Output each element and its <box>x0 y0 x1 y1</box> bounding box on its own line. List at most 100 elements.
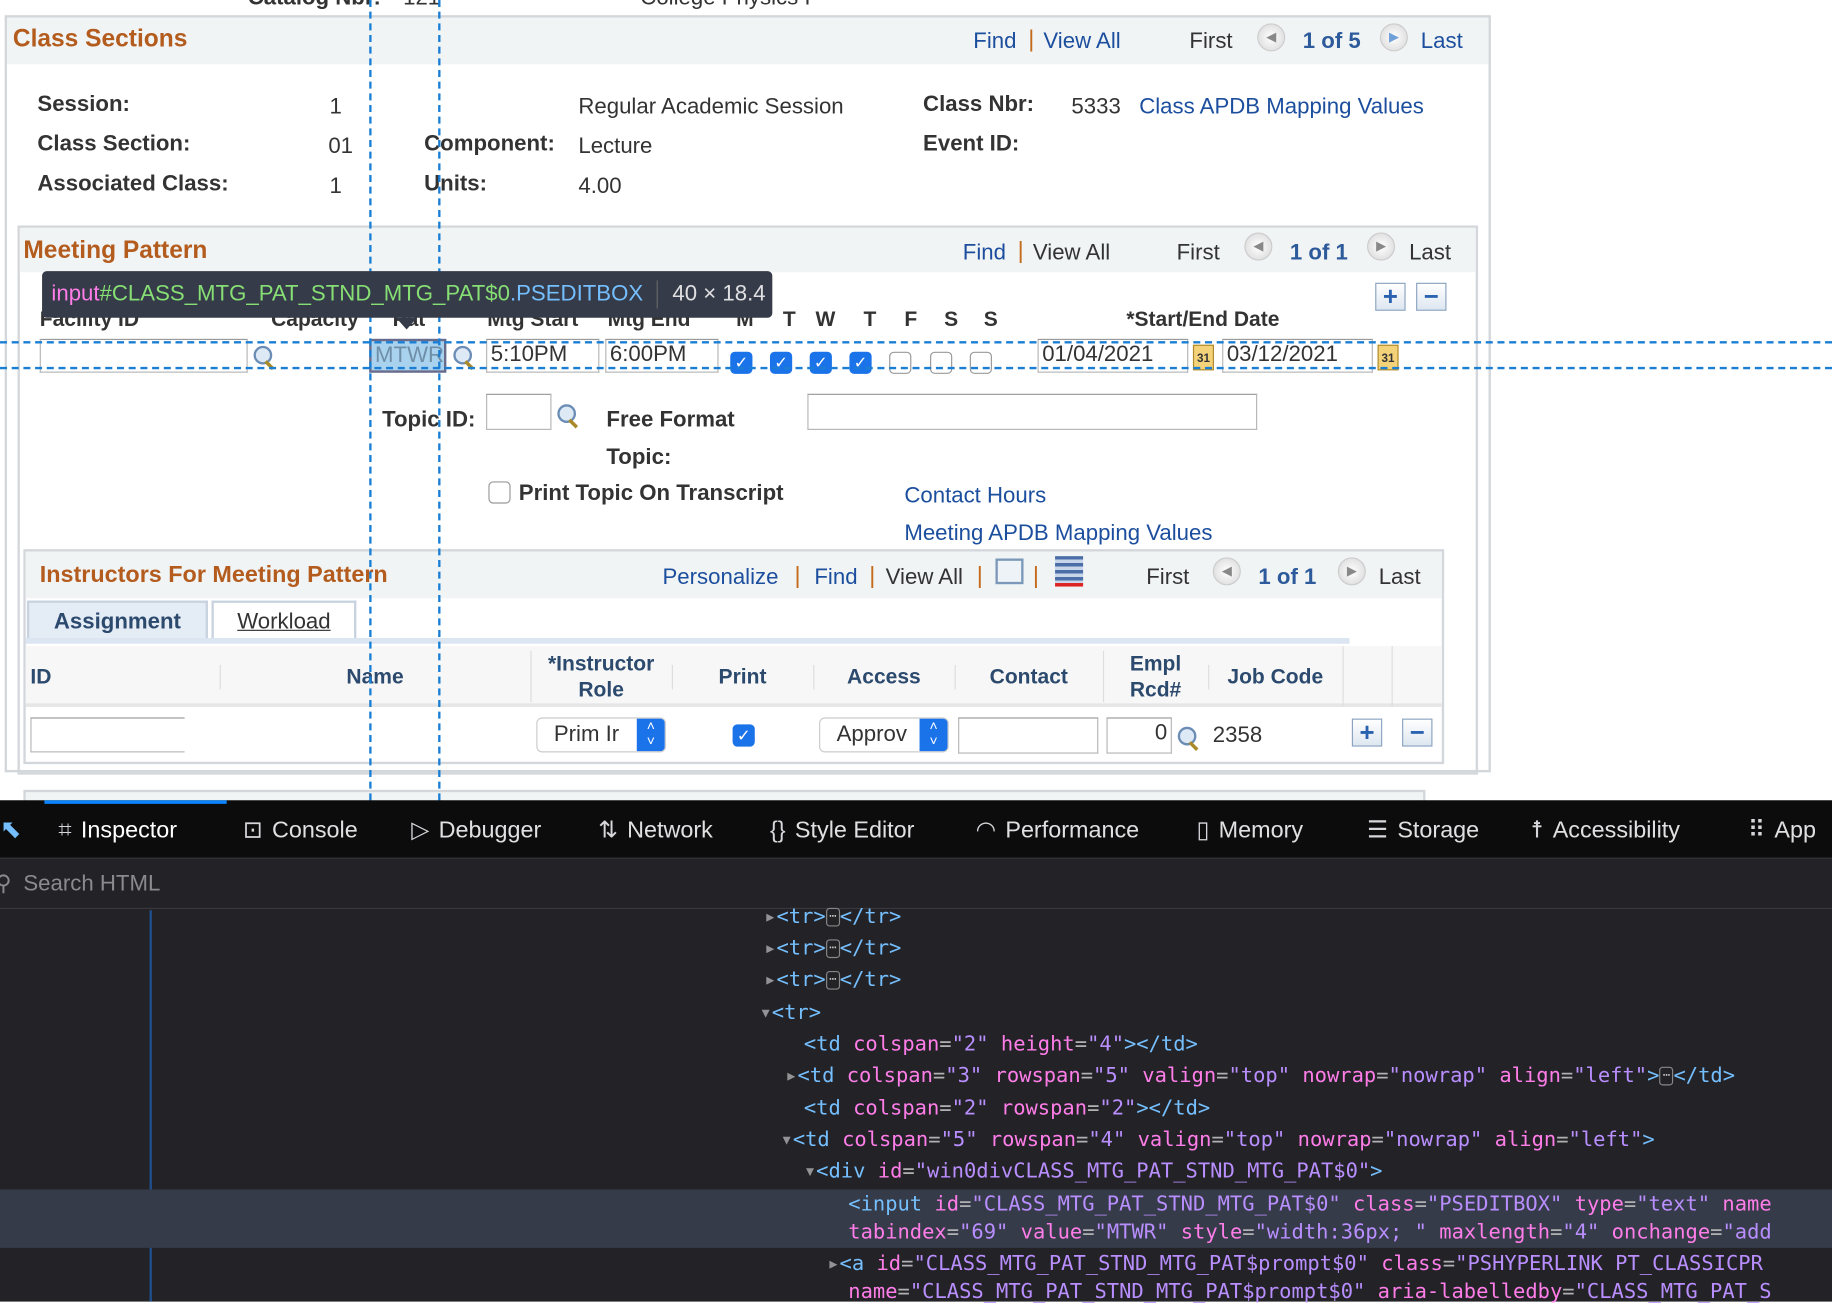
tab-console[interactable]: ⊡ Console <box>243 800 358 858</box>
dom-node[interactable]: ▸<td colspan="3" rowspan="5" valign="top… <box>785 1064 1735 1087</box>
topic-lookup-icon[interactable] <box>556 403 579 429</box>
print-column-header: Print <box>671 664 812 690</box>
empl-rcd-input[interactable]: 0 <box>1106 717 1172 754</box>
memory-icon: ▯ <box>1196 817 1210 844</box>
component-label: Component: <box>424 132 555 157</box>
tab-storage[interactable]: ☰ Storage <box>1367 800 1479 858</box>
access-select[interactable]: Approv ˄ ˅ <box>819 717 949 753</box>
style-editor-icon: {} <box>769 817 786 844</box>
session-value: 1 <box>329 94 342 120</box>
tuesday-checkbox[interactable]: ✓ <box>769 351 793 374</box>
day-header-wed: W <box>815 307 836 331</box>
free-format-topic-input[interactable] <box>807 393 1258 430</box>
instructors-title: Instructors For Meeting Pattern <box>39 562 388 588</box>
tab-assignment[interactable]: Assignment <box>26 600 208 642</box>
saturday-checkbox[interactable] <box>930 351 953 374</box>
row-count: 1 of 1 <box>1289 240 1348 266</box>
add-instructor-button[interactable]: + <box>1351 718 1383 747</box>
tab-workload[interactable]: Workload <box>211 600 357 642</box>
wednesday-checkbox[interactable]: ✓ <box>809 351 832 374</box>
dom-node[interactable]: <td colspan="2" rowspan="2"></td> <box>804 1097 1210 1120</box>
tab-underline <box>25 637 1350 644</box>
instructor-role-select[interactable]: Prim Ir ˄ ˅ <box>536 717 666 753</box>
dom-node[interactable]: ▸<a id="CLASS_MTG_PAT_STND_MTG_PAT$promp… <box>827 1253 1763 1276</box>
dom-node[interactable]: <td colspan="2" height="4"></td> <box>804 1033 1198 1056</box>
previous-icon[interactable]: ◀ <box>1257 23 1286 52</box>
last-link[interactable]: Last <box>1409 241 1451 267</box>
add-row-button[interactable]: + <box>1375 282 1406 311</box>
dom-node[interactable]: ▸<tr> ⋯ </tr> <box>764 937 901 960</box>
search-html-input[interactable]: ⚲Search HTML <box>0 860 1832 910</box>
print-checkbox[interactable]: ✓ <box>732 724 755 747</box>
zoom-grid-icon[interactable] <box>995 558 1024 585</box>
dom-node[interactable]: ▸<tr> ⋯ </tr> <box>764 906 901 929</box>
tab-network[interactable]: ⇅ Network <box>598 800 713 858</box>
first-label: First <box>1176 240 1220 266</box>
last-link[interactable]: Last <box>1421 29 1463 55</box>
dom-node[interactable]: ▾<td colspan="5" rowspan="4" valign="top… <box>780 1129 1654 1152</box>
tab-application[interactable]: ⠿ App <box>1748 800 1816 858</box>
dom-node-selected[interactable]: tabindex="69" value="MTWR" style="width:… <box>848 1221 1771 1244</box>
dom-node[interactable]: ▸<tr> ⋯ </tr> <box>764 969 901 992</box>
view-all-link[interactable]: View All <box>1043 29 1120 55</box>
print-topic-checkbox[interactable] <box>488 481 511 504</box>
previous-icon[interactable]: ◀ <box>1212 557 1241 586</box>
dom-node[interactable]: ▾<tr> <box>759 1001 821 1024</box>
delete-instructor-button[interactable]: − <box>1402 718 1433 747</box>
instructor-id-input[interactable] <box>30 717 185 753</box>
performance-icon: ◠ <box>975 817 997 844</box>
next-icon[interactable]: ▶ <box>1367 232 1396 261</box>
tooltip-size: 40 × 18.4 <box>672 281 766 307</box>
tab-inspector[interactable]: ⌗ Inspector <box>58 800 177 858</box>
view-all-link[interactable]: View All <box>1033 241 1110 267</box>
row-count: 1 of 1 <box>1258 565 1317 591</box>
class-apdb-link[interactable]: Class APDB Mapping Values <box>1139 95 1424 121</box>
accessibility-icon: ☨ <box>1530 817 1544 844</box>
sunday-checkbox[interactable] <box>969 351 992 374</box>
last-link[interactable]: Last <box>1379 566 1421 592</box>
tab-performance[interactable]: ◠ Performance <box>976 800 1140 858</box>
find-link[interactable]: Find <box>973 29 1016 55</box>
search-icon: ⚲ <box>0 860 12 909</box>
tab-style-editor[interactable]: {} Style Editor <box>770 800 914 858</box>
delete-row-button[interactable]: − <box>1416 282 1447 311</box>
associated-class-label: Associated Class: <box>37 171 229 197</box>
storage-icon: ☰ <box>1367 817 1388 844</box>
topic-id-input[interactable] <box>486 393 552 430</box>
inspector-icon: ⌗ <box>58 817 72 844</box>
tab-memory[interactable]: ▯ Memory <box>1196 800 1303 858</box>
session-label: Session: <box>37 92 130 117</box>
access-column-header: Access <box>813 664 953 690</box>
empl-lookup-icon[interactable] <box>1177 726 1200 752</box>
find-link[interactable]: Find <box>963 241 1006 267</box>
find-link[interactable]: Find <box>814 566 857 592</box>
session-description: Regular Academic Session <box>578 94 844 120</box>
dom-node-selected[interactable]: <input id="CLASS_MTG_PAT_STND_MTG_PAT$0"… <box>848 1193 1771 1216</box>
access-value: Approv <box>836 722 907 747</box>
start-end-date-header: *Start/End Date <box>1126 307 1280 331</box>
contact-input[interactable] <box>958 717 1099 754</box>
tab-debugger[interactable]: ▷ Debugger <box>411 800 541 858</box>
monday-checkbox[interactable]: ✓ <box>730 351 753 374</box>
friday-checkbox[interactable] <box>889 351 912 374</box>
tab-accessibility[interactable]: ☨ Accessibility <box>1531 800 1680 858</box>
element-tooltip: input#CLASS_MTG_PAT_STND_MTG_PAT$0.PSEDI… <box>42 271 773 318</box>
units-label: Units: <box>424 171 488 197</box>
next-icon[interactable]: ▶ <box>1379 23 1408 52</box>
contact-hours-link[interactable]: Contact Hours <box>904 484 1046 510</box>
thursday-checkbox[interactable]: ✓ <box>849 351 872 374</box>
element-picker-icon[interactable]: ⬉ <box>0 814 22 844</box>
download-grid-icon[interactable] <box>1055 556 1084 587</box>
next-icon[interactable]: ▶ <box>1337 557 1366 586</box>
column-divider <box>1342 646 1344 707</box>
separator: | <box>976 563 983 589</box>
component-value: Lecture <box>578 134 653 159</box>
personalize-link[interactable]: Personalize <box>662 566 778 592</box>
dom-node[interactable]: name="CLASS_MTG_PAT_STND_MTG_PAT$prompt$… <box>848 1281 1771 1304</box>
view-all-link[interactable]: View All <box>886 566 963 592</box>
meeting-apdb-link[interactable]: Meeting APDB Mapping Values <box>904 521 1212 547</box>
dom-node[interactable]: ▾<div id="win0divCLASS_MTG_PAT_STND_MTG_… <box>804 1160 1383 1183</box>
catalog-nbr-value: 121 <box>403 0 440 12</box>
previous-icon[interactable]: ◀ <box>1244 232 1273 261</box>
highlighter-guide <box>0 366 1832 370</box>
